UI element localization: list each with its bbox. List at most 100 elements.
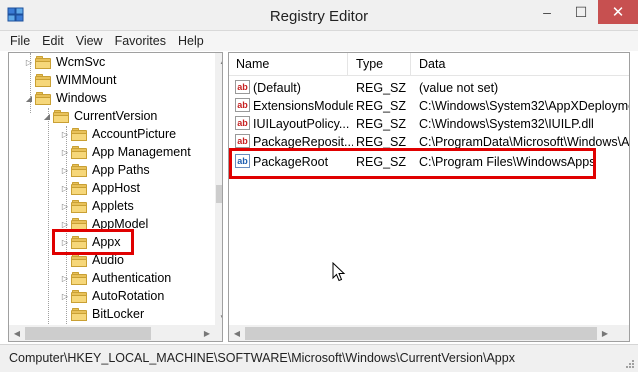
tree-item-label: WIMMount — [56, 73, 117, 87]
menu-favorites[interactable]: Favorites — [115, 34, 166, 48]
close-button[interactable]: ✕ — [598, 0, 638, 24]
column-header-name[interactable]: Name — [229, 53, 348, 75]
expand-arrow-icon[interactable]: ▷ — [59, 148, 71, 157]
expand-arrow-icon[interactable]: ▷ — [59, 184, 71, 193]
tree-item-accountpicture[interactable]: ▷ AccountPicture — [59, 125, 176, 143]
folder-open-icon — [35, 91, 51, 105]
scroll-right-icon[interactable]: ▶ — [597, 325, 613, 341]
tree-item-label: CurrentVersion — [74, 109, 158, 123]
scrollbar-thumb[interactable] — [245, 327, 597, 340]
tree-item-windows[interactable]: ◢ Windows — [23, 89, 107, 107]
tree-item-applets[interactable]: ▷ Applets — [59, 197, 134, 215]
tree-item-label: App Management — [92, 145, 191, 159]
folder-icon — [71, 253, 87, 267]
expand-arrow-icon[interactable]: ▷ — [59, 220, 71, 229]
tree-horizontal-scrollbar[interactable]: ◀ ▶ — [9, 325, 215, 341]
packageroot-highlight-box — [229, 148, 596, 179]
value-name: (Default) — [253, 81, 301, 95]
collapse-arrow-icon[interactable]: ◢ — [41, 112, 53, 121]
folder-icon — [71, 307, 87, 321]
expand-arrow-icon[interactable]: ▷ — [59, 202, 71, 211]
registry-tree[interactable]: ▷ WcmSvc WIMMount ◢ Windows ◢ CurrentVer… — [8, 52, 223, 342]
appx-highlight-box — [52, 229, 134, 255]
tree-item-label: Authentication — [92, 271, 172, 285]
expand-arrow-icon[interactable]: ▷ — [59, 166, 71, 175]
tree-item-apphost[interactable]: ▷ AppHost — [59, 179, 140, 197]
expand-arrow-icon[interactable]: ▷ — [23, 58, 35, 67]
expand-arrow-icon[interactable]: ▷ — [59, 130, 71, 139]
tree-item-label: WcmSvc — [56, 55, 106, 69]
string-value-icon: ab — [235, 134, 250, 148]
menu-help[interactable]: Help — [178, 34, 204, 48]
tree-item-label: BitLocker — [92, 307, 145, 321]
scrollbar-corner — [215, 325, 222, 341]
tree-vertical-scrollbar[interactable]: ▲ ▼ — [215, 53, 222, 325]
folder-icon — [71, 127, 87, 141]
tree-item-authentication[interactable]: ▷ Authentication — [59, 269, 171, 287]
registry-values-list[interactable]: Name Type Data ab (Default) REG_SZ (valu… — [228, 52, 630, 342]
registry-path: Computer\HKEY_LOCAL_MACHINE\SOFTWARE\Mic… — [9, 351, 515, 365]
folder-icon — [71, 289, 87, 303]
scroll-right-icon[interactable]: ▶ — [199, 325, 215, 341]
value-type: REG_SZ — [356, 81, 407, 95]
tree-item-label: AppHost — [92, 181, 140, 195]
tree-item-bitlocker[interactable]: BitLocker — [59, 305, 144, 323]
folder-icon — [71, 271, 87, 285]
scroll-up-icon[interactable]: ▲ — [215, 53, 222, 69]
tree-item-label: Windows — [56, 91, 107, 105]
value-name: ExtensionsModule — [253, 99, 353, 113]
string-value-icon: ab — [235, 98, 250, 112]
column-header-data[interactable]: Data — [412, 53, 629, 75]
tree-guide-line — [48, 108, 49, 328]
list-horizontal-scrollbar[interactable]: ◀ ▶ — [229, 325, 613, 341]
scroll-down-icon[interactable]: ▼ — [215, 309, 222, 325]
tree-item-wimmount[interactable]: WIMMount — [23, 71, 116, 89]
value-name: IUILayoutPolicy... — [253, 117, 350, 131]
tree-item-app-paths[interactable]: ▷ App Paths — [59, 161, 150, 179]
value-type: REG_SZ — [356, 117, 407, 131]
string-value-icon: ab — [235, 80, 250, 94]
tree-item-label: App Paths — [92, 163, 150, 177]
resize-grip-icon[interactable] — [625, 359, 635, 369]
list-row[interactable]: ab IUILayoutPolicy... REG_SZ C:\Windows\… — [229, 115, 629, 133]
folder-icon — [35, 73, 51, 87]
minimize-button[interactable]: – — [530, 0, 564, 24]
folder-icon — [71, 163, 87, 177]
value-data: (value not set) — [419, 81, 499, 95]
folder-icon — [71, 181, 87, 195]
folder-icon — [71, 199, 87, 213]
list-row[interactable]: ab ExtensionsModule REG_SZ C:\Windows\Sy… — [229, 97, 629, 115]
menu-view[interactable]: View — [76, 34, 103, 48]
string-value-icon: ab — [235, 116, 250, 130]
tree-item-autorotation[interactable]: ▷ AutoRotation — [59, 287, 164, 305]
scroll-left-icon[interactable]: ◀ — [229, 325, 245, 341]
menu-file[interactable]: File — [10, 34, 30, 48]
value-data: C:\ProgramData\Microsoft\Windows\A — [419, 135, 629, 149]
folder-icon — [35, 55, 51, 69]
list-row[interactable]: ab (Default) REG_SZ (value not set) — [229, 79, 629, 97]
scrollbar-thumb[interactable] — [25, 327, 151, 340]
maximize-button[interactable]: ☐ — [564, 0, 598, 24]
value-name: PackageReposit... — [253, 135, 353, 149]
column-header-type[interactable]: Type — [349, 53, 411, 75]
mouse-cursor-icon — [332, 262, 346, 282]
status-bar: Computer\HKEY_LOCAL_MACHINE\SOFTWARE\Mic… — [0, 344, 638, 372]
tree-item-currentversion[interactable]: ◢ CurrentVersion — [41, 107, 157, 125]
collapse-arrow-icon[interactable]: ◢ — [23, 94, 35, 103]
expand-arrow-icon[interactable]: ▷ — [59, 274, 71, 283]
tree-item-label: AutoRotation — [92, 289, 165, 303]
scrollbar-thumb[interactable] — [216, 185, 222, 203]
value-data: C:\Windows\System32\AppXDeployme — [419, 99, 629, 113]
scroll-left-icon[interactable]: ◀ — [9, 325, 25, 341]
value-type: REG_SZ — [356, 135, 407, 149]
tree-item-wcmsvc[interactable]: ▷ WcmSvc — [23, 53, 105, 71]
tree-item-label: Audio — [92, 253, 124, 267]
value-data: C:\Windows\System32\IUILP.dll — [419, 117, 594, 131]
tree-item-app-management[interactable]: ▷ App Management — [59, 143, 191, 161]
expand-arrow-icon[interactable]: ▷ — [59, 292, 71, 301]
value-type: REG_SZ — [356, 99, 407, 113]
menu-edit[interactable]: Edit — [42, 34, 64, 48]
title-bar: Registry Editor – ☐ ✕ — [0, 0, 638, 31]
tree-item-label: Applets — [92, 199, 134, 213]
folder-open-icon — [53, 109, 69, 123]
